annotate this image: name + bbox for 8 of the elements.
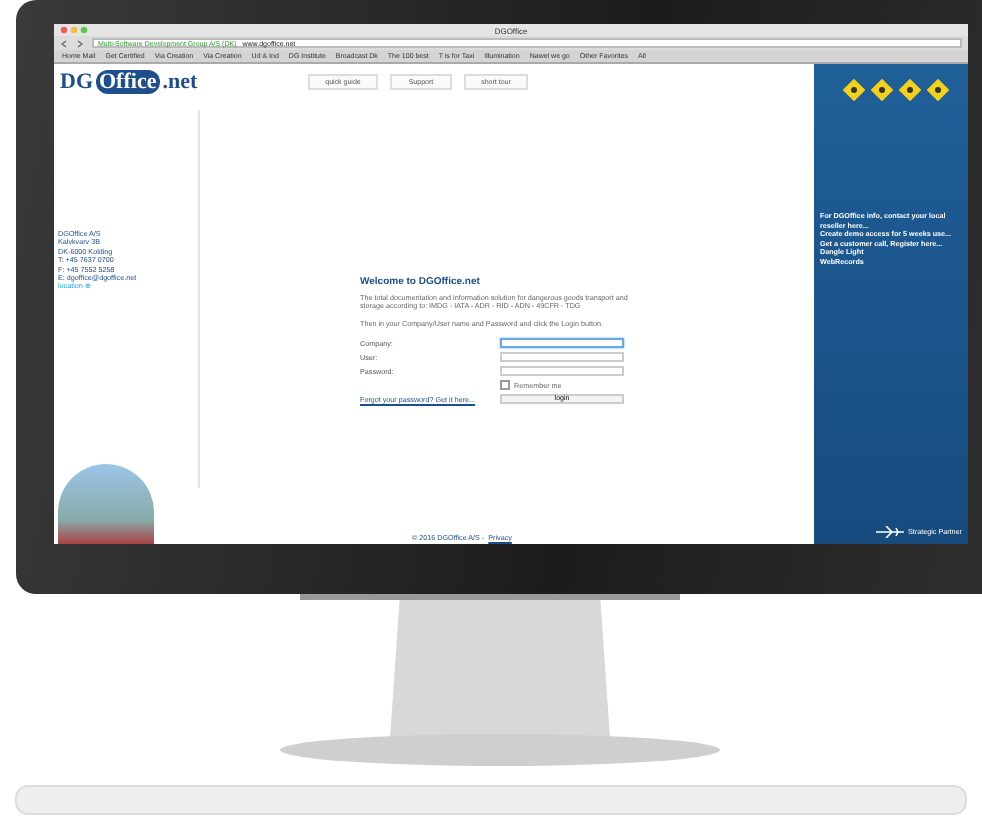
checkbox[interactable] [500,380,510,391]
input-field[interactable] [500,352,624,363]
site-logo: DG Office .net [60,70,198,94]
navigation-arrows-icon[interactable] [60,39,88,47]
window-controls-icon [60,26,88,34]
input-field[interactable] [500,366,624,377]
photo-placeholder [58,464,154,544]
input-field[interactable] [500,338,624,349]
